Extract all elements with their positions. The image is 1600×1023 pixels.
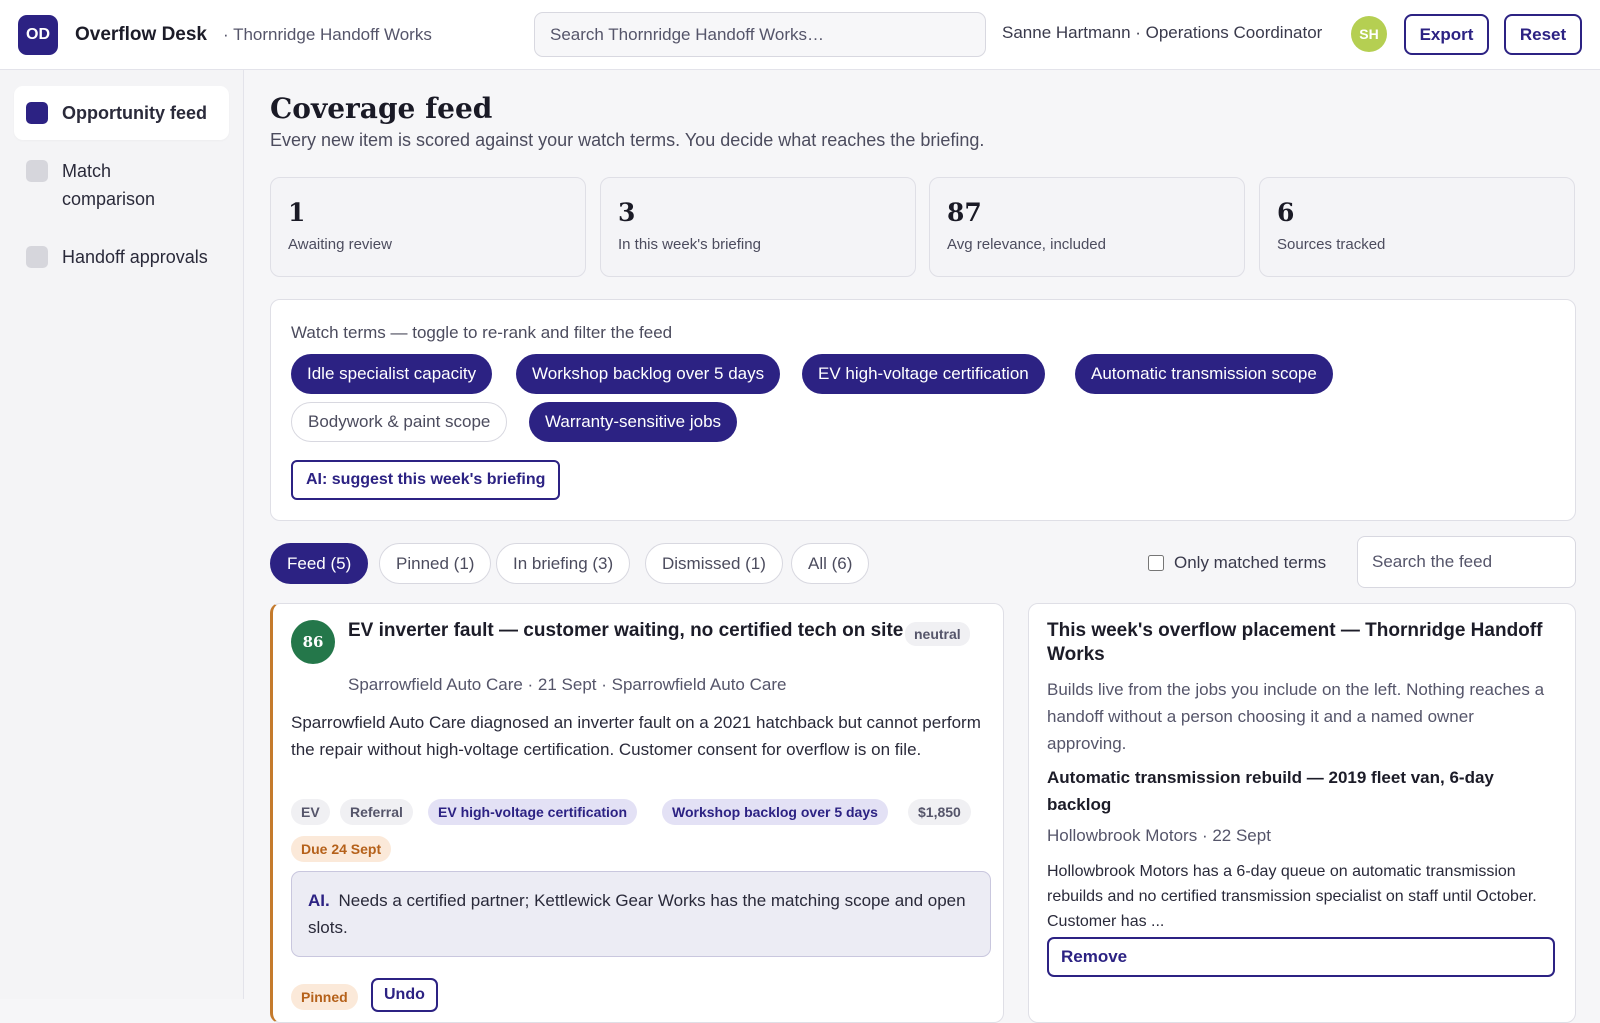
- watch-term-chip[interactable]: Bodywork & paint scope: [291, 402, 508, 442]
- tab-dismissed[interactable]: Dismissed (1): [645, 543, 783, 584]
- tab-in-briefing[interactable]: In briefing (3): [496, 543, 631, 584]
- tab-pinned[interactable]: Pinned (1): [379, 543, 492, 584]
- top-bar: OD Overflow Desk · Thornridge Handoff Wo…: [0, 0, 1600, 70]
- avatar[interactable]: SH: [1351, 16, 1387, 52]
- tag: EV: [291, 799, 330, 825]
- stat-value: 6: [1277, 198, 1295, 227]
- stat-value: 1: [288, 198, 306, 227]
- nav-square-icon: [26, 160, 48, 182]
- only-matched-toggle[interactable]: Only matched terms: [1148, 553, 1326, 573]
- sidebar-item-match-comparison[interactable]: Match comparison: [14, 144, 229, 226]
- feed-search-input[interactable]: [1357, 536, 1576, 588]
- app-logo: OD: [18, 14, 58, 55]
- stat-label: Awaiting review: [288, 236, 392, 253]
- reset-button[interactable]: Reset: [1504, 14, 1582, 55]
- stat-card-avg-relevance: 87 Avg relevance, included: [929, 177, 1245, 277]
- tag-value: $1,850: [908, 799, 971, 825]
- nav-square-icon: [26, 246, 48, 268]
- export-button[interactable]: Export: [1404, 14, 1489, 55]
- watch-term-chip[interactable]: Warranty-sensitive jobs: [529, 402, 738, 442]
- app-name: Overflow Desk: [75, 23, 207, 45]
- ai-note-text: Needs a certified partner; Kettlewick Ge…: [308, 891, 966, 937]
- stat-label: In this week's briefing: [618, 236, 761, 253]
- stat-card-sources-tracked: 6 Sources tracked: [1259, 177, 1575, 277]
- sidebar-item-handoff-approvals[interactable]: Handoff approvals: [14, 230, 229, 284]
- tab-feed[interactable]: Feed (5): [270, 543, 369, 584]
- watch-term-chip[interactable]: Workshop backlog over 5 days: [516, 354, 781, 394]
- global-search-input[interactable]: [534, 12, 986, 57]
- only-matched-checkbox[interactable]: [1148, 555, 1164, 571]
- briefing-item-title[interactable]: Automatic transmission rebuild — 2019 fl…: [1047, 764, 1557, 818]
- sidebar-item-label: Handoff approvals: [62, 247, 208, 267]
- feed-item-card[interactable]: 86 EV inverter fault — customer waiting,…: [270, 603, 1004, 1023]
- sidebar-item-label: Match comparison: [62, 161, 156, 209]
- briefing-panel: This week's overflow placement — Thornri…: [1028, 603, 1576, 1023]
- undo-button[interactable]: Undo: [371, 978, 438, 1012]
- ai-note: AI. Needs a certified partner; Kettlewic…: [291, 871, 991, 957]
- tag: Referral: [340, 799, 413, 825]
- watch-term-chip[interactable]: Idle specialist capacity: [291, 354, 493, 394]
- sidebar-item-label: Opportunity feed: [62, 103, 207, 123]
- stat-value: 3: [618, 198, 636, 227]
- tab-all[interactable]: All (6): [791, 543, 870, 584]
- stat-label: Sources tracked: [1277, 236, 1386, 253]
- only-matched-label: Only matched terms: [1174, 553, 1327, 572]
- watch-term-chip[interactable]: Automatic transmission scope: [1075, 354, 1333, 394]
- watch-terms-label: Watch terms — toggle to re-rank and filt…: [291, 323, 673, 342]
- page-title: Coverage feed: [270, 92, 493, 125]
- workspace-name: · Thornridge Handoff Works: [223, 24, 432, 44]
- tag-matched-term: Workshop backlog over 5 days: [662, 799, 888, 825]
- ai-suggest-briefing-button[interactable]: AI: suggest this week's briefing: [291, 460, 561, 500]
- ai-note-label: AI.: [308, 891, 330, 910]
- sidebar: Opportunity feed Match comparison Handof…: [0, 70, 244, 999]
- feed-item-meta: Sparrowfield Auto Care · 21 Sept · Sparr…: [348, 675, 787, 694]
- watch-terms-panel: Watch terms — toggle to re-rank and filt…: [270, 299, 1576, 521]
- feed-item-title[interactable]: EV inverter fault — customer waiting, no…: [348, 618, 908, 644]
- page-subtitle: Every new item is scored against your wa…: [270, 130, 985, 150]
- user-name: Sanne Hartmann · Operations Coordinator: [1002, 23, 1323, 42]
- tag-matched-term: EV high-voltage certification: [428, 799, 638, 825]
- sidebar-item-opportunity-feed[interactable]: Opportunity feed: [14, 86, 229, 140]
- watch-term-chip[interactable]: EV high-voltage certification: [802, 354, 1045, 394]
- briefing-item-body: Hollowbrook Motors has a 6-day queue on …: [1047, 863, 1537, 930]
- stat-card-awaiting-review: 1 Awaiting review: [270, 177, 586, 277]
- briefing-title: This week's overflow placement — Thornri…: [1047, 620, 1543, 665]
- briefing-description: Builds live from the jobs you include on…: [1047, 680, 1545, 753]
- remove-from-briefing-button[interactable]: Remove: [1047, 937, 1555, 977]
- pinned-badge: Pinned: [291, 984, 358, 1010]
- stat-card-in-briefing: 3 In this week's briefing: [600, 177, 916, 277]
- relevance-score-badge: 86: [291, 620, 335, 664]
- due-date-badge: Due 24 Sept: [291, 836, 392, 862]
- stat-value: 87: [947, 198, 982, 227]
- briefing-item-meta: Hollowbrook Motors · 22 Sept: [1047, 826, 1271, 845]
- stat-label: Avg relevance, included: [947, 236, 1106, 253]
- sentiment-badge: neutral: [905, 622, 970, 646]
- nav-square-icon: [26, 102, 48, 124]
- feed-item-body: Sparrowfield Auto Care diagnosed an inve…: [291, 713, 981, 759]
